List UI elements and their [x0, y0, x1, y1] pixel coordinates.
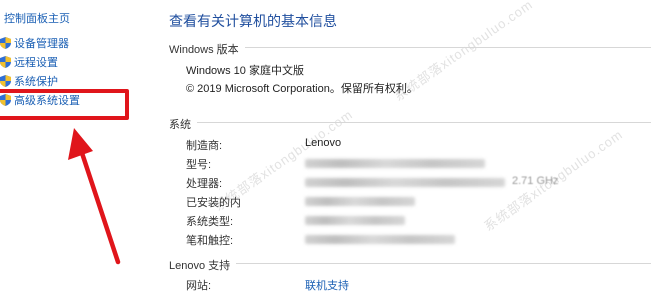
system-type-label: 系统类型: [186, 216, 234, 228]
main-panel: 查看有关计算机的基本信息 Windows 版本 Windows 10 家庭中文版… [150, 0, 657, 293]
pen-touch-value-redacted [305, 235, 455, 244]
online-support-link[interactable]: 联机支持 [305, 277, 349, 293]
processor-value-redacted [305, 178, 505, 187]
model-value-redacted [305, 159, 485, 168]
manufacturer-value: Lenovo [305, 137, 342, 149]
manufacturer-label: 制造商: [186, 140, 223, 152]
section-divider [169, 122, 651, 123]
pen-touch-label: 笔和触控: [186, 235, 234, 247]
system-type-value-redacted [305, 216, 405, 225]
system-heading: 系统 [169, 116, 197, 132]
page-title: 查看有关计算机的基本信息 [169, 13, 337, 29]
lenovo-support-heading: Lenovo 支持 [169, 257, 237, 273]
processor-speed: 2.71 GHz [512, 175, 559, 187]
model-label: 型号: [186, 159, 212, 171]
section-divider [169, 263, 651, 264]
processor-label: 处理器: [186, 178, 223, 190]
windows-version-heading: Windows 版本 [169, 41, 245, 57]
website-label: 网站: [186, 280, 212, 292]
installed-memory-label: 已安装的内 [186, 197, 241, 209]
windows-edition: Windows 10 家庭中文版 [186, 65, 304, 77]
copyright-text: © 2019 Microsoft Corporation。保留所有权利。 [186, 83, 418, 95]
memory-value-redacted [305, 197, 415, 206]
